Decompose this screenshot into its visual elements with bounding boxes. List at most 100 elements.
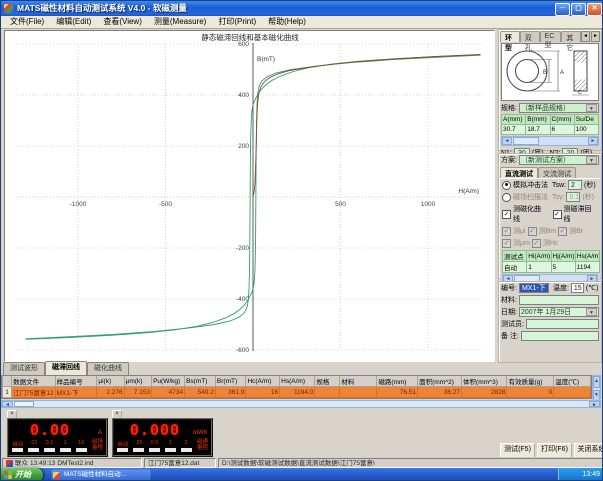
points-table-value[interactable]: 1 [527,262,551,273]
points-table-value[interactable]: 1194 [575,262,599,273]
column-header[interactable]: 数据文件 [12,376,55,387]
range-button[interactable] [115,448,131,452]
dims-table-value[interactable]: 100 [574,125,598,135]
title-bar[interactable]: MATS磁性材料自动测试系统 V4.0 - 软磁测量 ─ ▢ ✕ [1,1,603,16]
sub-check-label: 测μm [513,238,530,248]
column-header[interactable]: 规格 [315,376,340,387]
column-header[interactable]: Pu(W/kg) [152,376,185,387]
taskbar-app-button[interactable]: MATS磁性材料自动... [51,469,151,481]
svg-text:H(A/m): H(A/m) [458,188,479,195]
sub-checkbox-测Br[interactable]: ✓ [558,227,567,236]
menu-item-0[interactable]: 文件(File) [5,16,49,28]
range-button[interactable] [57,448,73,452]
column-header[interactable]: μm(k) [124,376,151,387]
column-header[interactable]: Hc(A/m) [246,376,280,387]
impulse-method-label: 模拟冲击法 [513,180,548,190]
tsw-unit: (秒) [584,180,596,190]
measure-magcurve-checkbox[interactable]: ✓ [502,210,511,219]
system-tray[interactable]: 13:49 [558,468,603,481]
table-vscrollbar[interactable]: ▲▼ [592,375,601,399]
range-button[interactable] [162,448,178,452]
tray-clock: 13:49 [582,471,600,478]
column-header[interactable]: 样品编号 [55,376,97,387]
menu-item-2[interactable]: 查看(View) [98,16,147,28]
status-bar: 联众 13:49:13 DMTest2.ind 江门75富意12.dat D:\… [1,457,603,468]
tab-test-mode-1[interactable]: 交流测试 [538,167,576,178]
column-header[interactable]: 有效质量(g) [507,376,554,387]
table-hscrollbar[interactable]: ◄► [1,400,601,408]
cell [554,387,591,398]
print-button[interactable]: 打印(F6) [537,443,572,458]
column-header[interactable]: Hs(A/m) [280,376,315,387]
svg-text:-400: -400 [236,296,249,303]
tab-core-type-1[interactable]: 双孔 [520,31,540,42]
material-input[interactable] [519,295,599,305]
plan-combo[interactable]: （新测试方案）▼ [519,155,599,165]
dims-table-value[interactable]: 18.7 [526,125,550,135]
sweep-method-radio[interactable] [502,193,511,202]
range-button[interactable] [147,448,163,452]
tab-core-type-3[interactable]: 其它 [561,31,581,42]
window-title: MATS磁性材料自动测试系统 V4.0 - 软磁测量 [17,1,187,16]
range-button[interactable] [26,448,42,452]
column-header[interactable]: μi(k) [97,376,124,387]
sub-checkbox-测μm[interactable]: ✓ [502,239,511,248]
dims-hscrollbar[interactable]: ◄► [501,136,599,146]
column-header[interactable]: 面积(mm^2) [418,376,462,387]
menu-item-1[interactable]: 编辑(Edit) [51,16,96,28]
tsy-input[interactable]: 0.1 [566,192,580,202]
tab-result-0[interactable]: 测试波形 [3,362,45,375]
test-button[interactable]: 测试(F5) [500,443,535,458]
maximize-button[interactable]: ▢ [571,3,586,16]
range-button[interactable] [178,448,194,452]
measure-loop-checkbox[interactable]: ✓ [553,210,562,219]
tab-result-2[interactable]: 磁化曲线 [87,362,129,375]
tab-core-type-2[interactable]: EC型 [540,31,562,42]
table-row[interactable]: 1江门75富意12MX1-下2.2767.1534734549.2361.916… [3,387,591,398]
brand-label: 联众 [15,459,28,468]
note-input[interactable] [521,331,599,341]
meter-unit: A [98,430,102,436]
sub-checkbox-测μi[interactable]: ✓ [502,227,511,236]
scroll-up-icon: ▲ [593,376,600,388]
range-button[interactable] [42,448,58,452]
scroll-left-icon[interactable]: ◄ [581,31,590,42]
dims-table-value[interactable]: 6 [550,125,574,135]
range-button[interactable] [73,448,89,452]
plan-label: 方案: [501,155,517,165]
tab-core-type-0[interactable]: 环型 [500,31,520,42]
tab-test-mode-0[interactable]: 直流测试 [500,167,538,178]
close-button[interactable]: ✕ [587,3,602,16]
tester-input[interactable] [526,319,599,329]
shutdown-button[interactable]: 关闭系统 [574,443,603,458]
date-picker[interactable]: 2007年 1月29日▼ [519,307,599,317]
range-button[interactable] [10,448,26,452]
range-button[interactable] [131,448,147,452]
menu-item-5[interactable]: 帮助(Help) [263,16,311,28]
column-header[interactable]: 体积(mm^3) [462,376,507,387]
column-header[interactable]: 温度(℃) [554,376,591,387]
sub-checkbox-测Hc[interactable]: ✓ [532,239,541,248]
tsw-input[interactable]: 2 [568,180,582,190]
start-button[interactable]: 开始 [1,468,43,481]
column-header[interactable]: Br(mT) [215,376,246,387]
scroll-right-icon[interactable]: ► [591,31,600,42]
minimize-button[interactable]: ─ [555,3,570,16]
column-header[interactable]: 磁路(mm) [377,376,418,387]
column-header[interactable]: 材料 [340,376,377,387]
tab-result-1[interactable]: 磁滞回线 [45,361,87,375]
menu-item-3[interactable]: 测量(Measure) [149,16,211,28]
points-table-value[interactable]: 自动 [503,262,527,273]
dims-table-value[interactable]: 30.7 [502,125,526,135]
test-group: 方案: （新测试方案）▼ 直流测试交流测试 模拟冲击法 Tsw: 2 (秒) 磁… [498,153,602,279]
impulse-method-radio[interactable] [502,181,511,190]
temp-input[interactable]: 15 [571,283,584,293]
dim-label-b: B [543,70,547,76]
sample-id-input[interactable]: MX1-下 [519,283,549,293]
series-基本磁化曲线 [253,55,481,198]
column-header[interactable]: Bs(mT) [185,376,216,387]
points-table-value[interactable]: 5 [551,262,575,273]
spec-combo[interactable]: （新样品规格）▼ [519,103,599,113]
menu-item-4[interactable]: 打印(Print) [213,16,261,28]
sub-checkbox-测Bm[interactable]: ✓ [528,227,537,236]
